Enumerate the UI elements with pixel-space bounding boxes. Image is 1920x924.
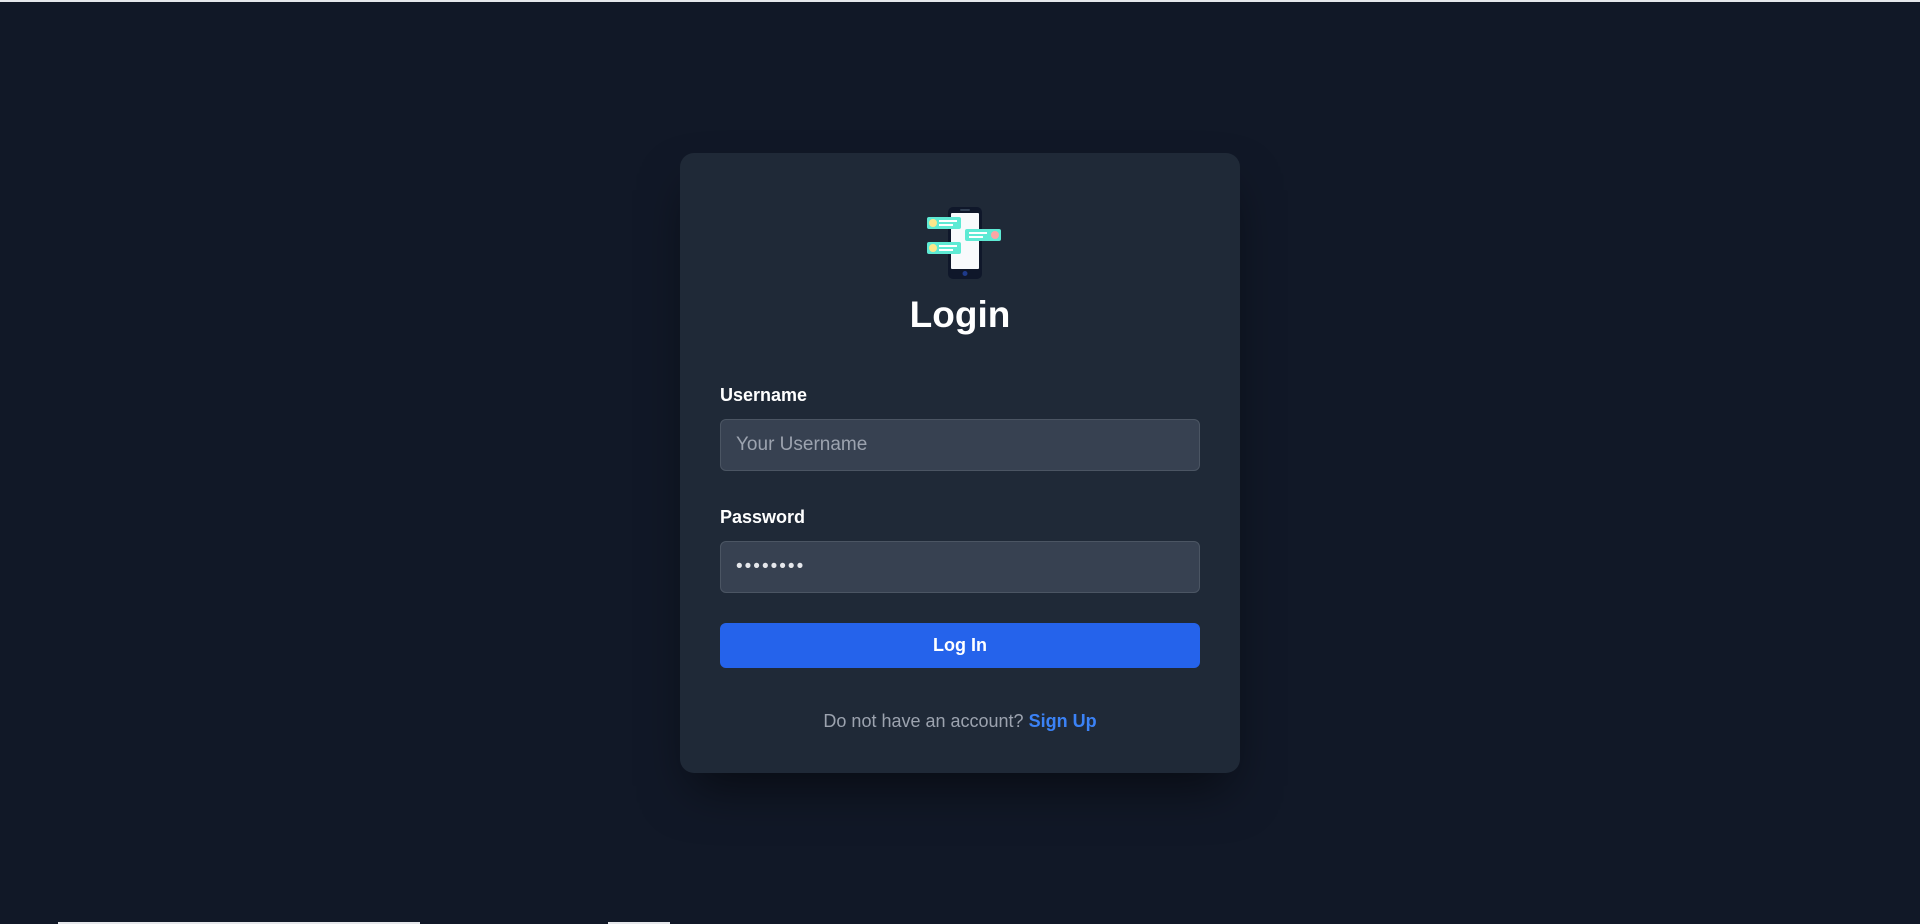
signup-prompt: Do not have an account? (823, 711, 1029, 731)
chat-phone-icon (925, 203, 1005, 283)
signup-link[interactable]: Sign Up (1029, 711, 1097, 731)
login-card: Login Username Password Log In Do not ha… (680, 153, 1240, 773)
page-title: Login (909, 294, 1011, 335)
password-label: Password (720, 507, 806, 527)
signup-row: Do not have an account? Sign Up (680, 711, 1240, 732)
window-top-border (0, 0, 1920, 2)
password-input[interactable] (720, 541, 1200, 593)
username-label: Username (720, 385, 808, 405)
username-input[interactable] (720, 419, 1200, 471)
login-button[interactable]: Log In (720, 623, 1200, 668)
